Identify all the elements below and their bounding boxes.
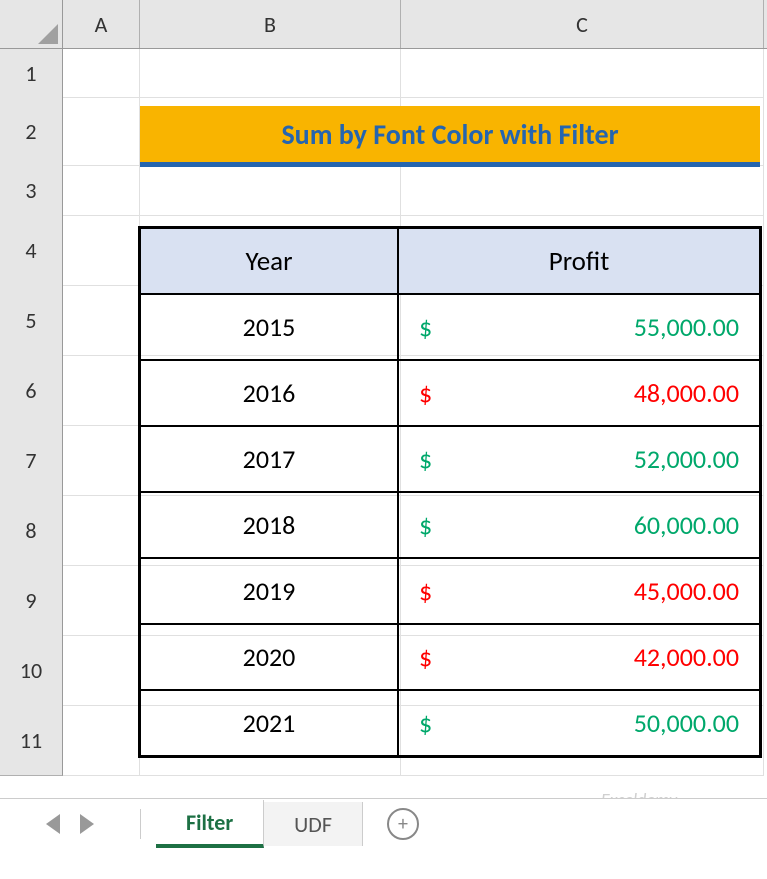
profit-cell[interactable]: $ 42,000.00: [398, 624, 760, 690]
spreadsheet-container: A B C 1 2 3 4 5 6 7: [0, 0, 767, 879]
profit-cell[interactable]: $ 52,000.00: [398, 426, 760, 492]
plus-icon: +: [387, 808, 419, 840]
select-all-corner[interactable]: [0, 0, 63, 49]
column-header-B[interactable]: B: [140, 0, 401, 48]
cell-C1[interactable]: [401, 49, 764, 98]
profit-amount: 45,000.00: [634, 575, 739, 607]
table-row: 2021 $ 50,000.00: [140, 690, 760, 756]
cell-A4[interactable]: [63, 215, 140, 286]
table-header-row: Year Profit: [140, 228, 760, 294]
row-header-5[interactable]: 5: [0, 285, 63, 356]
dollar-icon: $: [419, 377, 432, 409]
profit-cell[interactable]: $ 48,000.00: [398, 360, 760, 426]
table-row: 2019 $ 45,000.00: [140, 558, 760, 624]
dollar-icon: $: [419, 509, 432, 541]
nav-right-icon[interactable]: [80, 814, 94, 834]
profit-amount: 55,000.00: [634, 311, 739, 343]
profit-amount: 42,000.00: [634, 641, 739, 673]
row-3: 3: [0, 165, 767, 215]
cell-A8[interactable]: [63, 495, 140, 566]
add-sheet-button[interactable]: +: [383, 804, 423, 844]
row-header-7[interactable]: 7: [0, 425, 63, 496]
year-cell[interactable]: 2015: [140, 294, 398, 360]
profit-amount: 60,000.00: [634, 509, 739, 541]
column-header-A[interactable]: A: [63, 0, 140, 48]
cell-A9[interactable]: [63, 565, 140, 636]
table-row: 2015 $ 55,000.00: [140, 294, 760, 360]
title-banner: Sum by Font Color with Filter: [140, 106, 760, 167]
header-profit[interactable]: Profit: [398, 228, 760, 294]
header-year[interactable]: Year: [140, 228, 398, 294]
divider: [140, 809, 141, 839]
cell-A7[interactable]: [63, 425, 140, 496]
table-row: 2018 $ 60,000.00: [140, 492, 760, 558]
dollar-icon: $: [419, 707, 432, 739]
year-cell[interactable]: 2018: [140, 492, 398, 558]
profit-amount: 50,000.00: [634, 707, 739, 739]
column-header-C[interactable]: C: [401, 0, 764, 48]
profit-cell[interactable]: $ 45,000.00: [398, 558, 760, 624]
row-header-8[interactable]: 8: [0, 495, 63, 566]
dollar-icon: $: [419, 443, 432, 475]
tab-nav-arrows: [0, 814, 140, 834]
cell-C3[interactable]: [401, 165, 764, 216]
data-table: Year Profit 2015 $ 55,000.00 2016 $ 48,0…: [138, 226, 762, 758]
profit-amount: 52,000.00: [634, 443, 739, 475]
row-header-6[interactable]: 6: [0, 355, 63, 426]
row-header-2[interactable]: 2: [0, 97, 63, 166]
row-header-4[interactable]: 4: [0, 215, 63, 286]
row-header-3[interactable]: 3: [0, 165, 63, 216]
dollar-icon: $: [419, 641, 432, 673]
profit-cell[interactable]: $ 55,000.00: [398, 294, 760, 360]
table-row: 2020 $ 42,000.00: [140, 624, 760, 690]
year-cell[interactable]: 2021: [140, 690, 398, 756]
dollar-icon: $: [419, 575, 432, 607]
cell-A10[interactable]: [63, 635, 140, 706]
cell-B1[interactable]: [140, 49, 401, 98]
cell-A11[interactable]: [63, 705, 140, 776]
cell-A2[interactable]: [63, 97, 140, 166]
profit-amount: 48,000.00: [634, 377, 739, 409]
cell-A6[interactable]: [63, 355, 140, 426]
row-1: 1: [0, 49, 767, 97]
year-cell[interactable]: 2017: [140, 426, 398, 492]
cell-A5[interactable]: [63, 285, 140, 356]
table-row: 2017 $ 52,000.00: [140, 426, 760, 492]
tab-udf[interactable]: UDF: [264, 802, 363, 846]
year-cell[interactable]: 2016: [140, 360, 398, 426]
row-header-1[interactable]: 1: [0, 49, 63, 98]
profit-cell[interactable]: $ 50,000.00: [398, 690, 760, 756]
row-header-11[interactable]: 11: [0, 705, 63, 776]
sheet-tabs-bar: Filter UDF +: [0, 798, 767, 849]
year-cell[interactable]: 2020: [140, 624, 398, 690]
row-header-9[interactable]: 9: [0, 565, 63, 636]
row-header-10[interactable]: 10: [0, 635, 63, 706]
cell-B3[interactable]: [140, 165, 401, 216]
profit-cell[interactable]: $ 60,000.00: [398, 492, 760, 558]
nav-left-icon[interactable]: [46, 814, 60, 834]
column-headers: A B C: [0, 0, 767, 49]
year-cell[interactable]: 2019: [140, 558, 398, 624]
cell-A3[interactable]: [63, 165, 140, 216]
table-row: 2016 $ 48,000.00: [140, 360, 760, 426]
dollar-icon: $: [419, 311, 432, 343]
tab-filter[interactable]: Filter: [156, 800, 264, 848]
cell-A1[interactable]: [63, 49, 140, 98]
select-all-triangle-icon: [38, 24, 58, 44]
